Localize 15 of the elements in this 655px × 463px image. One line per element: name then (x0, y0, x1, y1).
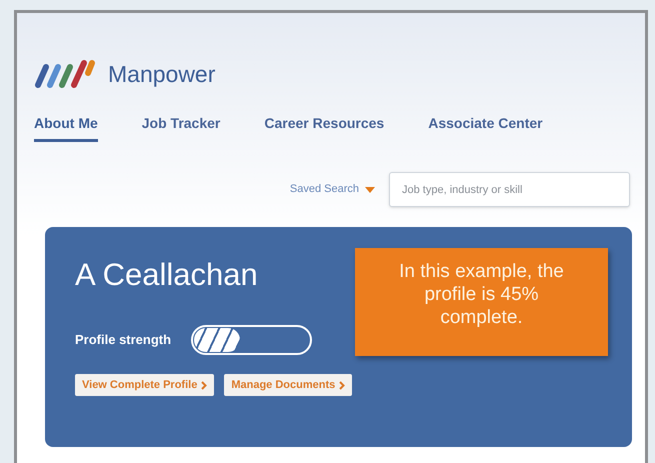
nav-tab[interactable]: Job Tracker (142, 113, 220, 142)
search-field[interactable]: Job type, industry or skill (389, 172, 630, 207)
chevron-icon (339, 380, 346, 390)
nav-tab[interactable]: Career Resources (264, 113, 384, 142)
profile-link-button[interactable]: Manage Documents (224, 374, 352, 396)
brand-name: Manpower (108, 62, 216, 86)
chevron-icon (201, 380, 208, 390)
caret-icon (365, 186, 375, 192)
profile-name: A Ceallachan (75, 259, 258, 290)
profile-strength-label: Profile strength (75, 331, 172, 350)
nav-tab[interactable]: Associate Center (428, 113, 543, 142)
profile-link-button[interactable]: View Complete Profile (75, 374, 214, 396)
callout-note: In this example, the profile is 45% complete. (355, 248, 608, 356)
saved-search-dropdown[interactable]: Saved Search (290, 181, 375, 198)
nav-tab[interactable]: About Me (34, 113, 98, 142)
